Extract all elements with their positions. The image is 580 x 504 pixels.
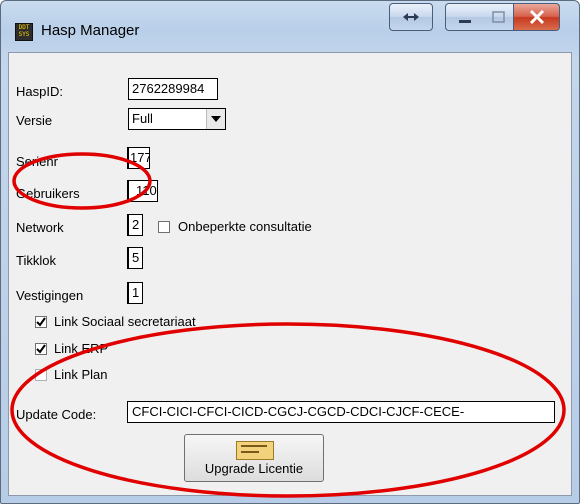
link-erp-label: Link ERP (54, 341, 109, 356)
resize-icon (403, 13, 419, 21)
link-sociaal-label: Link Sociaal secretariaat (54, 314, 196, 329)
link-sociaal-checkbox[interactable] (35, 316, 47, 328)
vestigingen-label: Vestigingen (16, 288, 84, 303)
tikklok-field[interactable]: 5 (127, 247, 143, 269)
haspid-label: HaspID: (16, 84, 63, 99)
close-button[interactable] (514, 3, 560, 31)
title-bar[interactable]: DDT SYS Hasp Manager (1, 1, 579, 51)
onbeperkte-checkbox[interactable] (158, 221, 170, 233)
versie-value: Full (132, 111, 153, 126)
app-icon: DDT SYS (15, 23, 33, 41)
chevron-down-icon (211, 116, 221, 122)
minimize-icon (459, 20, 471, 23)
hasp-manager-window: DDT SYS Hasp Manager HaspID: 2762289984 … (0, 0, 580, 504)
versie-label: Versie (16, 113, 53, 128)
link-plan-label: Link Plan (54, 367, 108, 382)
network-label: Network (16, 220, 64, 235)
tikklok-label: Tikklok (16, 253, 56, 268)
update-code-field[interactable]: CFCI-CICI-CFCI-CICD-CGCJ-CGCD-CDCI-CJCF-… (127, 401, 555, 423)
haspid-field[interactable]: 2762289984 (128, 78, 218, 100)
link-plan-checkbox[interactable] (35, 369, 47, 381)
close-icon (529, 9, 545, 25)
gebruikers-label: Gebruikers (16, 186, 80, 201)
certificate-icon (236, 441, 274, 460)
link-erp-checkbox[interactable] (35, 343, 47, 355)
form-panel: HaspID: 2762289984 Versie Full Serienr 1… (8, 52, 572, 496)
onbeperkte-label: Onbeperkte consultatie (178, 219, 312, 234)
checkmark-icon (36, 317, 46, 327)
resize-button[interactable] (389, 3, 433, 31)
network-field[interactable]: 2 (127, 214, 143, 236)
versie-select[interactable]: Full (128, 108, 226, 130)
serienr-label: Serienr (16, 154, 58, 169)
serienr-field[interactable]: 177 (127, 147, 150, 169)
update-code-label: Update Code: (16, 407, 97, 422)
maximize-icon (492, 11, 505, 23)
maximize-button[interactable] (484, 3, 514, 31)
checkmark-icon (36, 344, 46, 354)
dropdown-arrow[interactable] (206, 109, 225, 129)
upgrade-licentie-label: Upgrade Licentie (204, 461, 304, 476)
upgrade-licentie-button[interactable]: Upgrade Licentie (184, 434, 324, 482)
vestigingen-field[interactable]: 1 (127, 282, 143, 304)
window-title: Hasp Manager (41, 22, 140, 39)
gebruikers-field[interactable]: 110 (127, 180, 158, 202)
minimize-button[interactable] (445, 3, 485, 31)
